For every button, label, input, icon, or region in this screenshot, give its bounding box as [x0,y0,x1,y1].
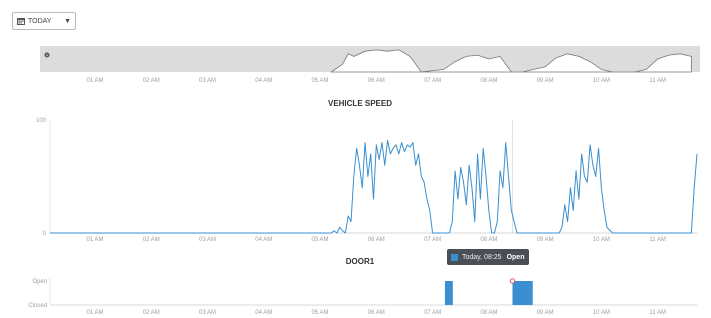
door-tick-label: 10 AM [593,310,610,316]
info-icon-bar [46,54,48,57]
overview-tick-label: 10 AM [593,78,610,84]
door-tick-label: 06 AM [368,310,385,316]
speed-y-tick-label: 0 [43,231,47,237]
door-y-tick-label: Open [32,279,47,285]
overview-tick-label: 03 AM [199,78,216,84]
tooltip-value: Open [506,253,525,261]
tooltip-time: Today, 08:25 [462,253,502,261]
door-tick-label: 04 AM [255,310,272,316]
overview-tick-label: 09 AM [537,78,554,84]
speed-tick-label: 09 AM [537,237,554,243]
overview-tick-label: 02 AM [143,78,160,84]
door-open-bar [444,281,453,305]
speed-tick-label: 06 AM [368,237,385,243]
overview-tick-label: 04 AM [255,78,272,84]
door-y-tick-label: Closed [28,303,47,309]
charts-canvas: 01 AM 02 AM 03 AM 04 AM 05 AM 06 AM 07 AM 08 AM… [28,46,700,316]
vehicle-speed-chart: VEHICLE SPEED 0 100 01 AM 02 AM 03 AM 04 AM 05 … [36,99,698,243]
door-tick-label: 11 AM [649,310,666,316]
speed-tick-label: 03 AM [199,237,216,243]
door-tick-label: 02 AM [143,310,160,316]
overview-tick-label: 05 AM [312,78,329,84]
speed-chart-title: VEHICLE SPEED [328,99,392,108]
speed-tick-label: 07 AM [424,237,441,243]
speed-tick-label: 08 AM [480,237,497,243]
door-tick-label: 09 AM [537,310,554,316]
overview-tick-label: 11 AM [649,78,666,84]
door-tick-label: 07 AM [424,310,441,316]
speed-tick-label: 10 AM [593,237,610,243]
hover-marker [509,278,516,284]
overview-navigator[interactable]: 01 AM 02 AM 03 AM 04 AM 05 AM 06 AM 07 AM 08 AM… [40,46,700,84]
info-icon [44,52,50,58]
speed-tick-label: 01 AM [87,237,104,243]
door-chart-title: DOOR1 [346,257,375,266]
chart-tooltip: Today, 08:25 Open [447,249,529,265]
speed-tick-label: 04 AM [255,237,272,243]
speed-tick-label: 05 AM [312,237,329,243]
door-tick-label: 01 AM [87,310,104,316]
door-tick-label: 03 AM [199,310,216,316]
door1-chart: DOOR1 Open Closed 01 AM 02 AM 03 AM 04 AM 05 AM… [28,257,697,316]
tooltip-swatch [451,253,458,261]
speed-tick-label: 02 AM [143,237,160,243]
overview-tick-label: 08 AM [480,78,497,84]
speed-tick-label: 11 AM [649,237,666,243]
overview-tick-label: 01 AM [87,78,104,84]
speed-y-tick-label: 100 [36,118,47,124]
speed-series-line [50,139,698,234]
door-tick-label: 05 AM [312,310,329,316]
door-open-bar [512,281,533,305]
overview-tick-label: 07 AM [424,78,441,84]
overview-tick-label: 06 AM [368,78,385,84]
door-tick-label: 08 AM [480,310,497,316]
